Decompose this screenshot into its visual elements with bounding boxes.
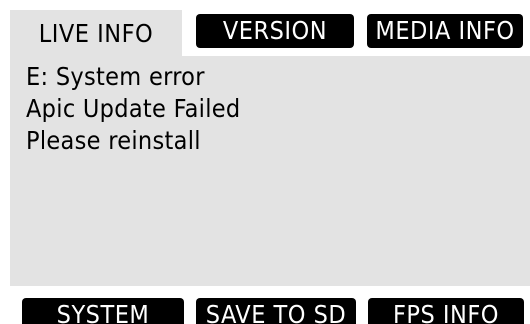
error-detail-text: Apic Update Failed — [26, 94, 241, 123]
error-code-text: E: System error — [26, 62, 205, 91]
tab-live-info[interactable]: LIVE INFO — [10, 10, 182, 56]
tab-version[interactable]: VERSION — [196, 14, 354, 48]
save-to-sd-button[interactable]: SAVE TO SD — [196, 298, 356, 324]
live-info-panel: E: System error Apic Update Failed Pleas… — [10, 56, 530, 286]
tab-media-info[interactable]: MEDIA INFO — [367, 14, 523, 48]
fps-info-button[interactable]: FPS INFO — [368, 298, 524, 324]
error-instruction-text: Please reinstall — [26, 126, 201, 155]
system-button[interactable]: SYSTEM — [22, 298, 184, 324]
camera-menu-screen: LIVE INFO VERSION MEDIA INFO E: System e… — [0, 0, 530, 324]
